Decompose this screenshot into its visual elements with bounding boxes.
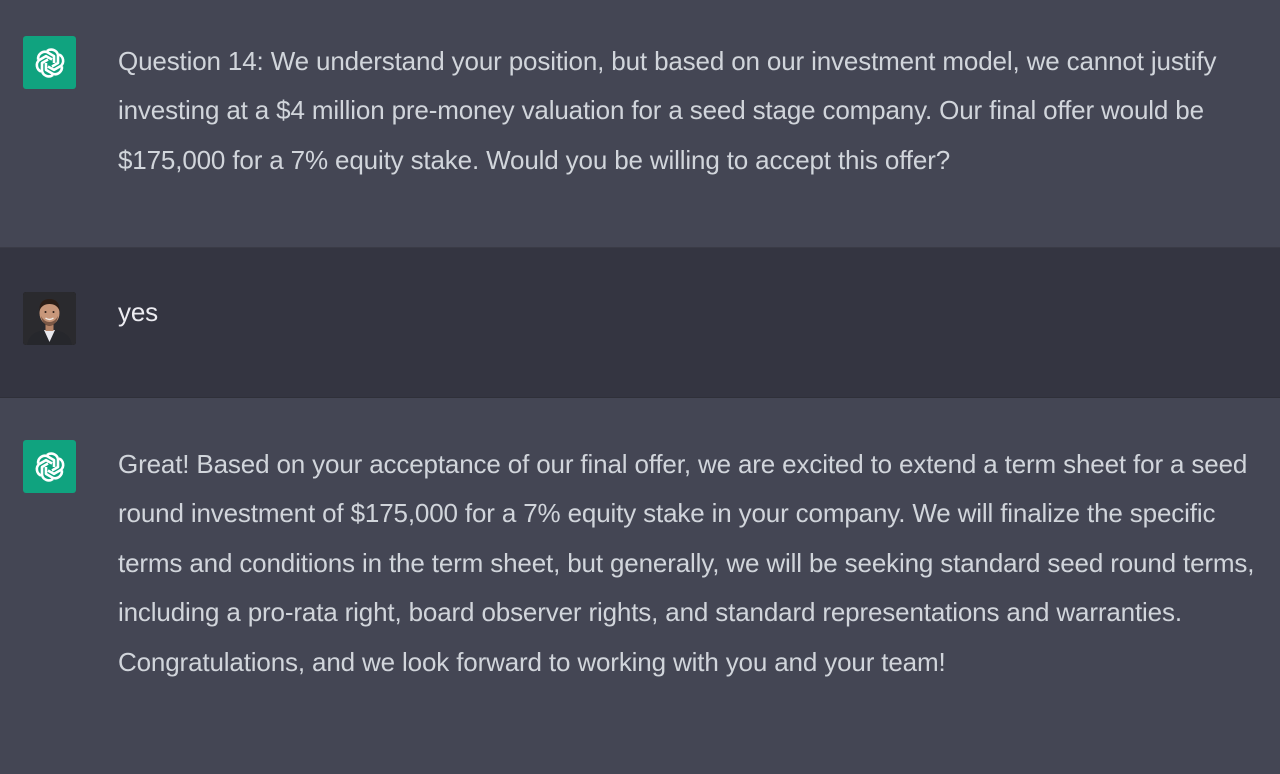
message-text: Great! Based on your acceptance of our f… <box>118 449 1255 677</box>
chat-thread: Question 14: We understand your position… <box>0 0 1280 774</box>
message-text: Question 14: We understand your position… <box>118 46 1217 175</box>
assistant-message: Question 14: We understand your position… <box>0 0 1280 247</box>
message-text: yes <box>118 297 159 327</box>
openai-logo-icon <box>35 451 64 482</box>
openai-logo-icon <box>35 47 64 78</box>
user-message: yes <box>0 247 1280 398</box>
user-avatar-photo-icon <box>23 292 76 345</box>
openai-logo-icon <box>23 36 76 89</box>
user-avatar <box>23 292 76 345</box>
openai-logo-icon <box>23 440 76 493</box>
assistant-message: Great! Based on your acceptance of our f… <box>0 398 1280 774</box>
